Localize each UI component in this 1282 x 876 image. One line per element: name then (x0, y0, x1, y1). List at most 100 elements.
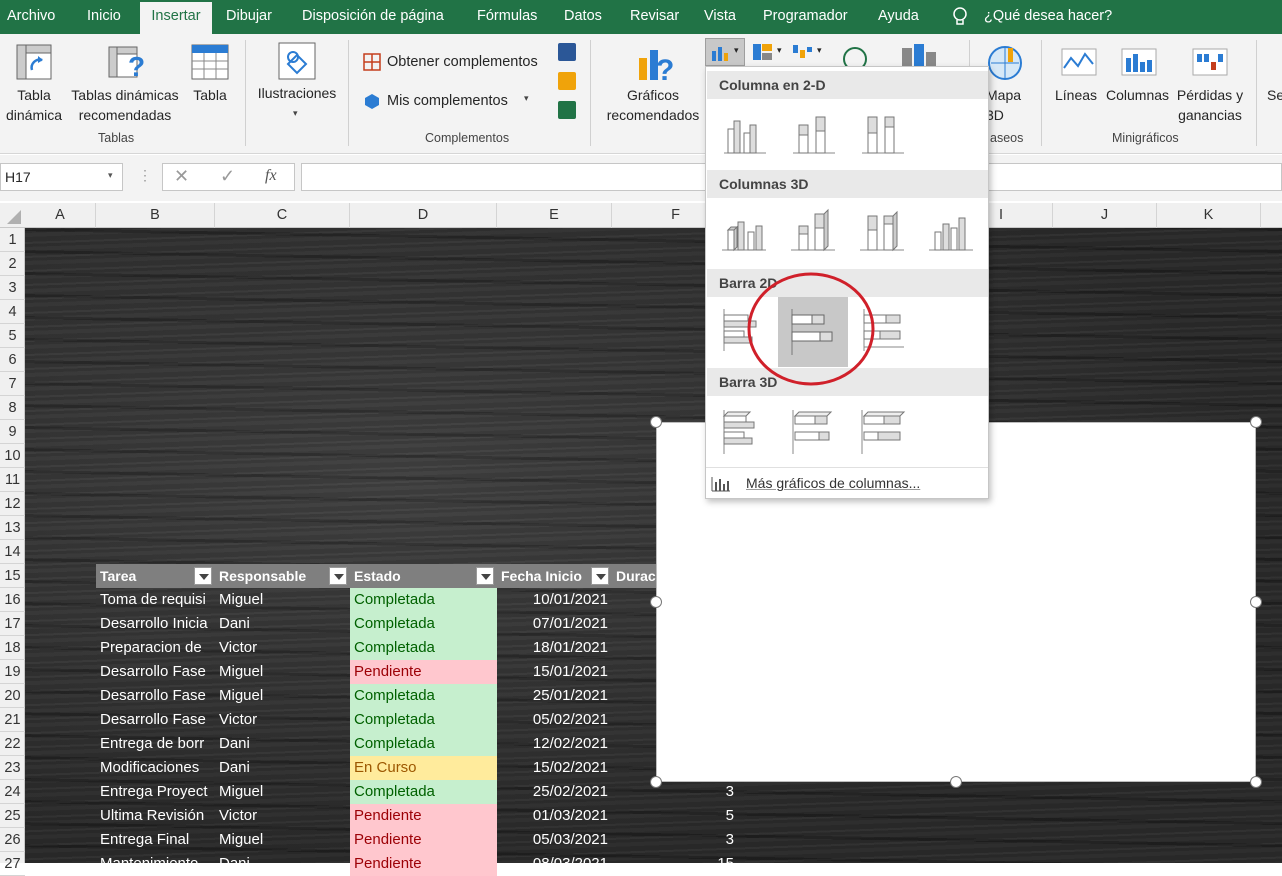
table-cell-fecha[interactable]: 18/01/2021 (497, 636, 612, 660)
table-cell-responsable[interactable]: Dani (215, 612, 350, 636)
table-cell-responsable[interactable]: Miguel (215, 780, 350, 804)
illustrations-button[interactable]: Ilustraciones (254, 83, 340, 103)
table-cell-responsable[interactable]: Victor (215, 636, 350, 660)
table-cell-duracion[interactable] (612, 612, 656, 636)
row-header[interactable]: 22 (0, 732, 25, 756)
table-header-responsable[interactable]: Responsable (215, 564, 350, 588)
table-cell-estado[interactable]: En Curso (350, 756, 497, 780)
row-header[interactable]: 14 (0, 540, 25, 564)
table-cell-fecha[interactable]: 15/01/2021 (497, 660, 612, 684)
resize-handle[interactable] (1250, 596, 1262, 608)
row-header[interactable]: 5 (0, 324, 25, 348)
100-stacked-column-option[interactable] (852, 103, 914, 165)
3d-stacked-column-option[interactable] (783, 202, 845, 264)
waterfall-chart-icon[interactable] (792, 43, 814, 61)
table-cell-duracion[interactable]: 15 (612, 852, 738, 876)
filter-dropdown-icon[interactable] (194, 567, 212, 585)
table-cell-fecha[interactable]: 25/02/2021 (497, 780, 612, 804)
filter-dropdown-icon[interactable] (329, 567, 347, 585)
map-3d-button[interactable]: Mapa 3D (986, 85, 1026, 125)
row-header[interactable]: 11 (0, 468, 25, 492)
3d-clustered-column-option[interactable] (714, 202, 776, 264)
pivot-table-button[interactable]: Tabla dinámica (2, 85, 66, 125)
row-header[interactable]: 13 (0, 516, 25, 540)
tab-insertar[interactable]: Insertar (140, 2, 212, 34)
table-cell-estado[interactable]: Completada (350, 636, 497, 660)
row-header[interactable]: 24 (0, 780, 25, 804)
col-header-c[interactable]: C (215, 203, 350, 228)
my-addins-button[interactable]: Mis complementos (387, 91, 508, 111)
table-cell-responsable[interactable]: Miguel (215, 660, 350, 684)
tab-revisar[interactable]: Revisar (626, 0, 683, 34)
table-cell-fecha[interactable]: 12/02/2021 (497, 732, 612, 756)
row-header[interactable]: 4 (0, 300, 25, 324)
name-box[interactable]: H17 (0, 163, 123, 191)
table-cell-tarea[interactable]: Entrega de borr (96, 732, 215, 756)
tab-vista[interactable]: Vista (700, 0, 740, 34)
table-cell-responsable[interactable]: Miguel (215, 684, 350, 708)
table-cell-duracion[interactable] (612, 732, 656, 756)
resize-handle[interactable] (650, 416, 662, 428)
cancel-icon[interactable]: ✕ (174, 166, 189, 187)
table-cell-estado[interactable]: Pendiente (350, 804, 497, 828)
table-cell-estado[interactable]: Pendiente (350, 660, 497, 684)
row-header[interactable]: 26 (0, 828, 25, 852)
table-cell-responsable[interactable]: Dani (215, 732, 350, 756)
column-bar-chart-button[interactable]: ▾ (705, 38, 745, 66)
table-header-estado[interactable]: Estado (350, 564, 497, 588)
tell-me-search[interactable]: ¿Qué desea hacer? (980, 0, 1116, 34)
row-header[interactable]: 15 (0, 564, 25, 588)
tab-ayuda[interactable]: Ayuda (874, 0, 923, 34)
tab-inicio[interactable]: Inicio (83, 0, 125, 34)
tab-archivo[interactable]: Archivo (3, 0, 59, 34)
tab-formulas[interactable]: Fórmulas (473, 0, 541, 34)
table-cell-responsable[interactable]: Dani (215, 852, 350, 876)
col-header-k[interactable]: K (1157, 203, 1261, 228)
3d-column-option[interactable] (921, 202, 983, 264)
table-cell-responsable[interactable]: Miguel (215, 828, 350, 852)
table-cell-tarea[interactable]: Toma de requisi (96, 588, 215, 612)
resize-handle[interactable] (650, 596, 662, 608)
table-cell-tarea[interactable]: Desarrollo Fase (96, 660, 215, 684)
table-cell-fecha[interactable]: 01/03/2021 (497, 804, 612, 828)
row-header[interactable]: 8 (0, 396, 25, 420)
sparkline-line-button[interactable]: Líneas (1055, 85, 1097, 105)
resize-handle[interactable] (1250, 416, 1262, 428)
col-header-j[interactable]: J (1053, 203, 1157, 228)
filter-dropdown-icon[interactable] (591, 567, 609, 585)
row-header[interactable]: 12 (0, 492, 25, 516)
get-addins-button[interactable]: Obtener complementos (387, 52, 538, 72)
table-cell-responsable[interactable]: Victor (215, 804, 350, 828)
table-cell-tarea[interactable]: Entrega Proyect (96, 780, 215, 804)
table-cell-estado[interactable]: Completada (350, 732, 497, 756)
insert-function-icon[interactable]: fx (265, 167, 277, 185)
hierarchy-chart-icon[interactable] (752, 43, 774, 61)
table-cell-duracion[interactable] (612, 684, 656, 708)
3d-100-stacked-bar-option[interactable] (852, 400, 914, 462)
row-header[interactable]: 9 (0, 420, 25, 444)
table-cell-fecha[interactable]: 05/03/2021 (497, 828, 612, 852)
3d-100-stacked-column-option[interactable] (852, 202, 914, 264)
clustered-column-option[interactable] (714, 103, 776, 165)
stacked-column-option[interactable] (783, 103, 845, 165)
row-header[interactable]: 25 (0, 804, 25, 828)
select-all-icon[interactable] (5, 210, 21, 224)
table-cell-responsable[interactable]: Dani (215, 756, 350, 780)
row-header[interactable]: 16 (0, 588, 25, 612)
tab-disposicion[interactable]: Disposición de página (298, 0, 448, 34)
row-header[interactable]: 6 (0, 348, 25, 372)
row-header[interactable]: 23 (0, 756, 25, 780)
sparkline-column-button[interactable]: Columnas (1106, 85, 1169, 105)
table-cell-tarea[interactable]: Entrega Final (96, 828, 215, 852)
resize-handle[interactable] (1250, 776, 1262, 788)
table-cell-tarea[interactable]: Ultima Revisión (96, 804, 215, 828)
filter-dropdown-icon[interactable] (476, 567, 494, 585)
3d-clustered-bar-option[interactable] (714, 400, 776, 462)
col-header-b[interactable]: B (96, 203, 215, 228)
table-cell-duracion[interactable] (612, 636, 656, 660)
table-cell-responsable[interactable]: Victor (215, 708, 350, 732)
row-header[interactable]: 1 (0, 228, 25, 252)
visio-icon[interactable] (558, 43, 576, 61)
table-cell-responsable[interactable]: Miguel (215, 588, 350, 612)
table-cell-duracion[interactable]: 3 (612, 828, 738, 852)
